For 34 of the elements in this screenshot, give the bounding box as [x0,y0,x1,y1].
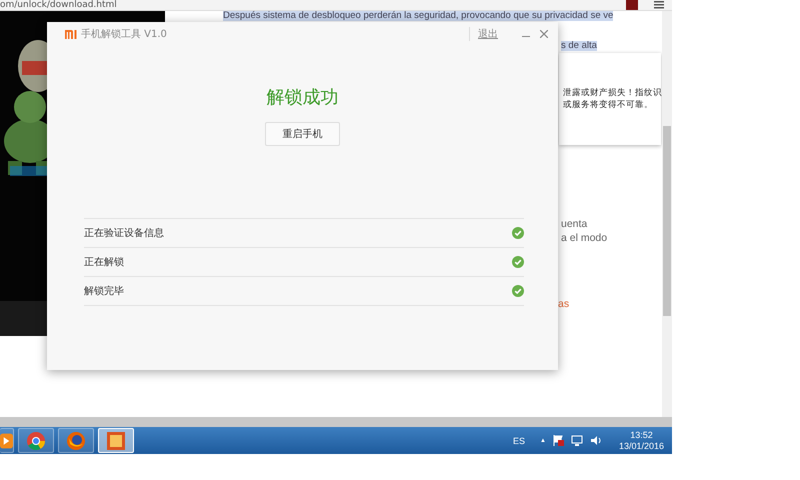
restart-button[interactable]: 重启手机 [265,122,340,146]
step-label: 解锁完毕 [84,284,124,298]
clock-time[interactable]: 13:52 [630,430,653,440]
notice-text: 泄露或财产损失！指纹识 [563,87,661,99]
highlighted-text: s de alta [561,41,597,51]
page-text: uenta [561,217,588,231]
menu-icon[interactable] [654,1,664,9]
network-icon[interactable] [570,435,583,446]
chrome-icon [27,432,45,450]
taskbar-app[interactable] [58,428,94,453]
horizontal-scrollbar[interactable] [0,417,672,427]
logout-link[interactable]: 退出 [469,27,498,41]
logo-icon [65,30,77,38]
flag-icon[interactable] [552,435,564,446]
app-icon [107,432,125,450]
play-icon [0,432,13,448]
volume-icon[interactable] [590,435,602,446]
highlighted-text: Después sistema de desbloqueo perderán la seguridad, provocando que su privacidad se ve [223,11,614,21]
address-text: om/unlock/download.html [0,0,118,10]
taskbar-app[interactable] [98,428,134,453]
close-icon[interactable] [540,30,548,38]
window-title: 手机解锁工具 V1.0 [81,28,167,41]
page-text: a el modo [561,231,608,245]
success-heading: 解锁成功 [266,86,338,109]
clock-date[interactable]: 13/01/2016 [618,440,664,452]
notice-text: 或服务将变得不可靠。 [563,99,654,111]
vertical-scrollbar[interactable] [662,11,672,417]
step-label: 正在解锁 [84,256,124,269]
firefox-icon [67,432,85,450]
taskbar-app[interactable] [0,428,14,453]
language-indicator[interactable]: ES [512,436,525,446]
taskbar-app[interactable] [18,428,54,453]
step-label: 正在验证设备信息 [84,226,164,240]
page-link[interactable]: as [558,298,570,310]
